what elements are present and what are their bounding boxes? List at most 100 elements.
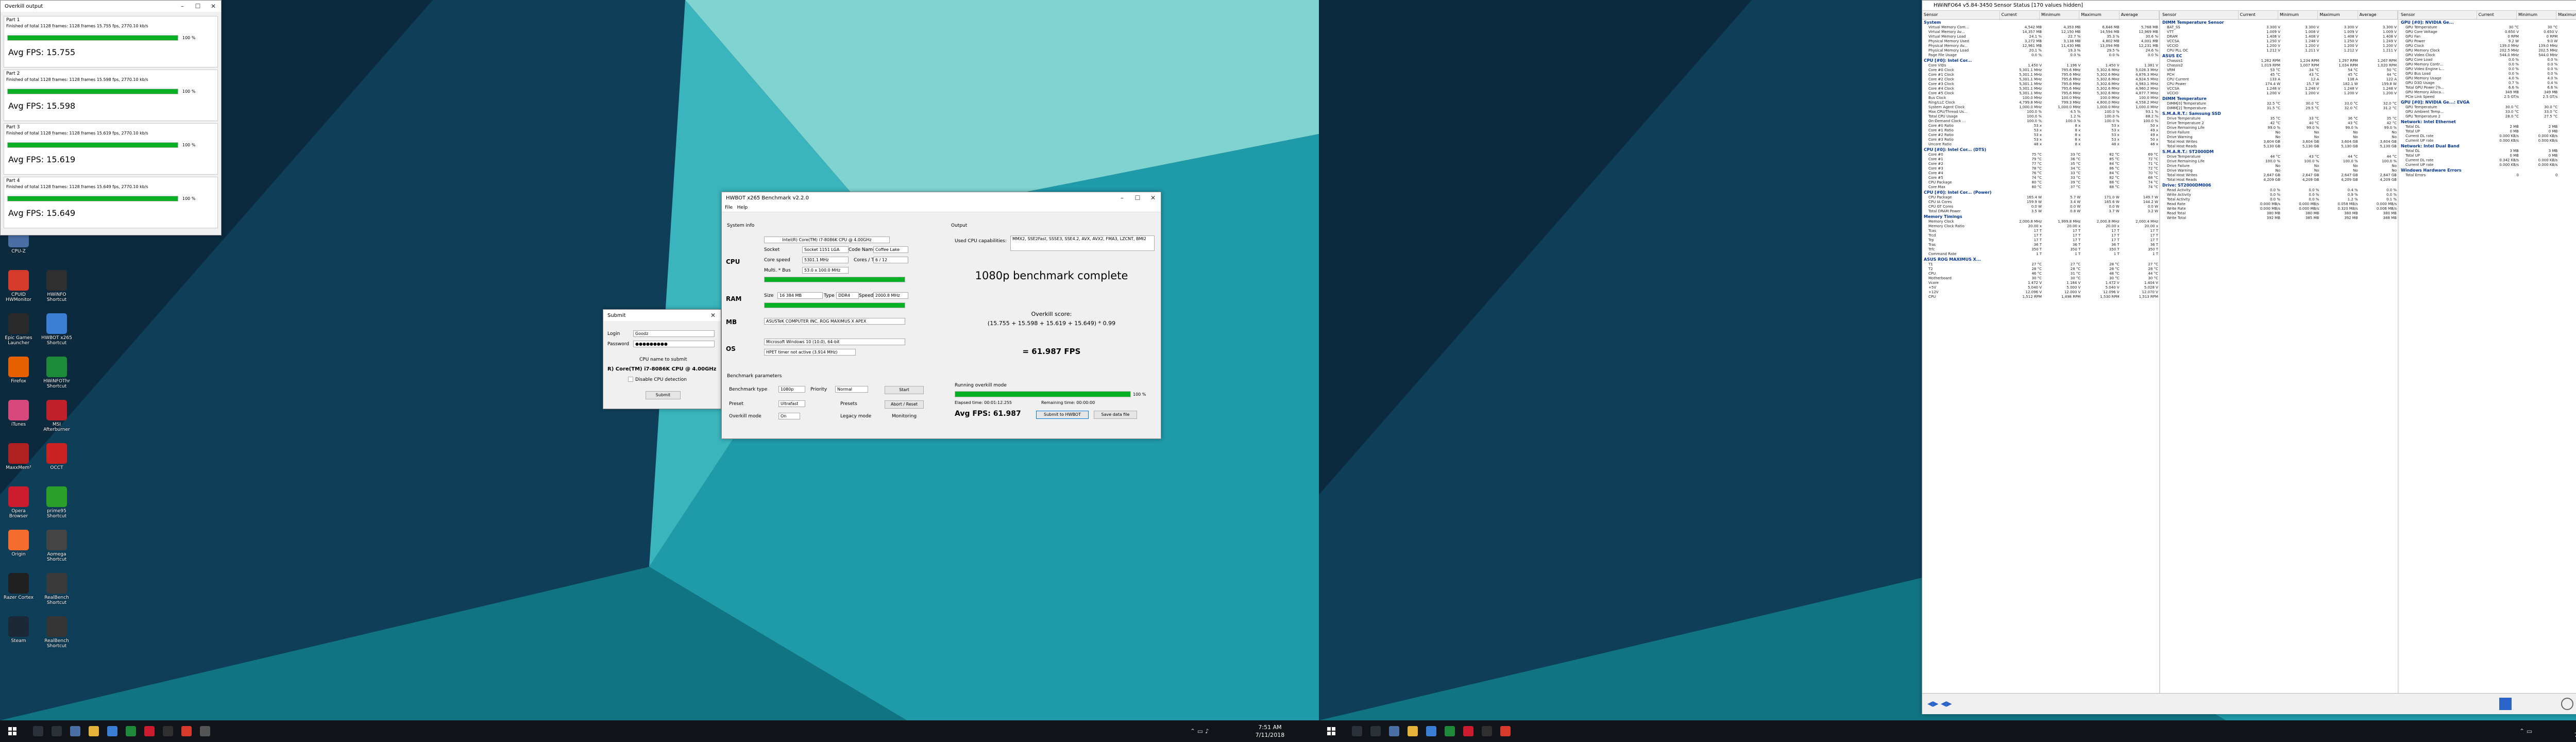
start-button[interactable]: [1319, 720, 1344, 742]
hwinfo-sensor-row[interactable]: Ring/LLC Clock 4,799.8 MHz 799.3 MHz 4,800.…: [1922, 100, 2159, 105]
hwinfo-sensor-row[interactable]: Virtual Memory Com... 4,542 MB 4,353 MB 6,6…: [1922, 25, 2159, 30]
hwinfo-sensor-row[interactable]: GPU Memory Alloca...349 MB349 MB349 MB34…: [2399, 90, 2576, 95]
overkill-output-window[interactable]: Overkill output – ☐ ✕ Part 1 Finished of …: [0, 0, 222, 235]
hwinfo-sensor-row[interactable]: Core #2 Clock 5,301.1 MHz 795.6 MHz 5,302.6…: [1922, 77, 2159, 82]
hwinfo-sensor-row[interactable]: Trp 17 T 17 T 17 T 17 T: [1922, 238, 2159, 243]
taskbar-app-icon[interactable]: [1463, 726, 1473, 736]
submit-button[interactable]: Submit: [646, 391, 681, 399]
hwinfo-sensor-row[interactable]: VRM 53 °C 34 °C 54 °C 50 °C: [2161, 68, 2398, 73]
hwinfo-sensor-row[interactable]: On-Demand Clock ... 100.0 % 100.0 % 100.0 %…: [1922, 119, 2159, 124]
hwinfo-sensor-row[interactable]: Drive Remaining Life 100.0 % 100.0 % 100.0 …: [2161, 159, 2398, 164]
hwinfo-header-cell[interactable]: Maximum: [2079, 11, 2120, 19]
hwinfo-header-cell[interactable]: Sensor: [2161, 11, 2239, 19]
hwinfo-sensor-row[interactable]: Bus Clock 100.0 MHz 100.0 MHz 100.0 MHz 100.…: [1922, 96, 2159, 100]
hwinfo-sensor-row[interactable]: VCCSA 1.248 V 1.248 V 1.248 V 1.248 V: [2161, 87, 2398, 91]
desktop-icon[interactable]: CPUID HWMonitor: [2, 270, 35, 303]
search-icon[interactable]: [33, 726, 43, 736]
desktop-icon[interactable]: Opera Browser: [2, 486, 35, 519]
hwinfo-sensor-row[interactable]: Core #2 Ratio 53 x 8 x 53 x 49 x: [1922, 133, 2159, 138]
hwinfo-sensor-row[interactable]: Total Host Writes 3,604 GB 3,604 GB 3,604 G…: [2161, 140, 2398, 144]
submit-window[interactable]: Submit ✕ Login Goodz Password ●●●●●●●●● …: [603, 309, 721, 409]
desktop-icon[interactable]: HWiNFO Shortcut: [40, 270, 73, 303]
hwinfo-sensor-row[interactable]: Drive Warning No No No No: [2161, 135, 2398, 140]
taskbar-app-icon[interactable]: [1445, 726, 1455, 736]
tray-icons[interactable]: ⌃ ▭ ♪: [1190, 728, 1209, 735]
hwinfo-sensor-row[interactable]: GPU Memory Usage4.0 %4.0 %4.0 %4.0 %: [2399, 76, 2576, 81]
hwinfo-sensor-row[interactable]: Uncore Ratio 48 x 8 x 48 x 46 x: [1922, 142, 2159, 147]
hwinfo-sensor-row[interactable]: Total Host Reads 4,209 GB 4,209 GB 4,209 GB…: [2161, 178, 2398, 182]
hwinfo-sensor-row[interactable]: Max CPU/Thread Us... 100.0 % 4.5 % 100.0 % 9…: [1922, 110, 2159, 114]
desktop-icon[interactable]: HWiNFOThr Shortcut: [40, 357, 73, 390]
hwinfo-sensor-row[interactable]: CPU IA Cores 159.9 W 3.4 W 165.6 W 144.2 W: [1922, 200, 2159, 205]
hwinfo-sensor-row[interactable]: GPU Ambient Temp...33.0 °C33.0 °C33.0 °C…: [2399, 110, 2576, 114]
hwinfo-sensor-row[interactable]: Core #3 Clock 5,301.1 MHz 795.6 MHz 5,302.6…: [1922, 82, 2159, 87]
monitoring-label[interactable]: Monitoring: [892, 414, 917, 419]
hwinfo-clock-icon[interactable]: [2561, 698, 2573, 710]
hwinfo-sensor-row[interactable]: Tras 36 T 36 T 36 T 36 T: [1922, 243, 2159, 247]
hwinfo-sensor-row[interactable]: CPU GT Cores 0.0 W 0.0 W 0.0 W 0.0 W: [1922, 205, 2159, 209]
hwinfo-header-cell[interactable]: Minimum: [2517, 11, 2557, 19]
hwinfo-sensor-row[interactable]: Drive Temperature 35 °C 33 °C 36 °C 35 °C: [2161, 116, 2398, 121]
password-input[interactable]: ●●●●●●●●●: [633, 341, 715, 347]
desktop-icon[interactable]: Epic Games Launcher: [2, 313, 35, 346]
hwinfo-sensor-row[interactable]: Physical Memory Load 20.1 % 19.3 % 29.5 % 24…: [1922, 48, 2159, 53]
hwinfo-sensor-row[interactable]: Drive Failure No No No No: [2161, 130, 2398, 135]
hwinfo-sensor-group[interactable]: CPU [#0]: Intel Cor... (DTS): [1922, 147, 2159, 153]
hwinfo-sensor-row[interactable]: Core #1 Ratio 53 x 8 x 53 x 49 x: [1922, 128, 2159, 133]
maximize-icon[interactable]: ☐: [1130, 194, 1145, 201]
hwinfo-sensor-row[interactable]: Core #2 77 °C 35 °C 84 °C 71 °C: [1922, 162, 2159, 166]
hwinfo-sensor-row[interactable]: GPU D3D Usage0.7 %0.4 %4.2 %1.0 %: [2399, 81, 2576, 86]
hwinfo-sensor-row[interactable]: Total UP0 MB0 MB0 MB0 MB: [2399, 154, 2576, 158]
hwinfo-sensor-row[interactable]: Total Host Writes 2,647 GB 2,647 GB 2,647 G…: [2161, 173, 2398, 178]
desktop-icon[interactable]: RealBench Shortcut: [40, 573, 73, 606]
hwinfo-sensor-row[interactable]: PCH 45 °C 43 °C 45 °C 44 °C: [2161, 73, 2398, 77]
desktop-icon[interactable]: Steam: [2, 616, 35, 649]
hwinfo-sensor-row[interactable]: CPU PLL OC 1.212 V 1.211 V 1.212 V 1.211 V: [2161, 48, 2398, 53]
hwinfo-sensor-row[interactable]: +12V 12.096 V 12.000 V 12.096 V 12.070 V: [1922, 290, 2159, 295]
hwinfo-sensor-row[interactable]: Total Errors0000: [2399, 173, 2576, 178]
hwinfo-sensor-row[interactable]: GPU Memory Contr...0.0 %0.0 %2.0 %0.1 %: [2399, 62, 2576, 67]
hwinfo-sensor-row[interactable]: DIMM[2] Temperature 31.5 °C 29.5 °C 32.0 °C…: [2161, 106, 2398, 111]
overkill-mode-select[interactable]: On: [778, 413, 800, 419]
bench-type-select[interactable]: 1080p: [778, 386, 805, 393]
hwinfo-nav-arrows-icon[interactable]: ◀▶ ◀▶: [1927, 700, 1952, 708]
hwinfo-sensor-row[interactable]: CPU 46 °C 31 °C 48 °C 44 °C: [1922, 272, 2159, 276]
hwinfo-sensor-row[interactable]: CPU Current 133 A 12 A 138 A 122 A: [2161, 77, 2398, 82]
abort-reset-button[interactable]: Abort / Reset: [885, 400, 924, 409]
hwinfo-sensor-row[interactable]: Write Total 392 MB 385 MB 392 MB 388 MB: [2161, 216, 2398, 221]
hwinfo-sensor-row[interactable]: Write Activity 0.0 % 0.0 % 0.9 % 0.0 %: [2161, 193, 2398, 197]
hwinfo-sensor-row[interactable]: VTT 1.009 V 1.008 V 1.009 V 1.009 V: [2161, 30, 2398, 35]
hwinfo-sensor-row[interactable]: Chassis1 1,262 RPM 1,234 RPM 1,297 RPM 1,267…: [2161, 59, 2398, 63]
desktop-icon[interactable]: MSI Afterburner: [40, 400, 73, 433]
hwinfo-sensor-row[interactable]: Core Max 80 °C 37 °C 88 °C 74 °C: [1922, 185, 2159, 190]
hwinfo-sensor-row[interactable]: System Agent Clock 1,000.0 MHz 1,000.0 MHz…: [1922, 105, 2159, 110]
hwinfo-sensor-group[interactable]: S.M.A.R.T.: Samsung SSD: [2161, 111, 2398, 116]
task-view-icon[interactable]: [1370, 726, 1381, 736]
hwinfo-sensor-row[interactable]: GPU Temperature30 °C30 °C31 °C30 °C: [2399, 25, 2576, 30]
hwinfo-sensor-row[interactable]: Memory Clock Ratio 20.00 x 20.00 x 20.00 x 2…: [1922, 224, 2159, 229]
hwinfo-sensor-row[interactable]: Drive Failure No No No No: [2161, 164, 2398, 168]
hwinfo-header-cell[interactable]: Maximum: [2318, 11, 2358, 19]
hwinfo-sensor-row[interactable]: GPU Core Voltage0.650 V0.650 V0.650 V0.6…: [2399, 30, 2576, 35]
hwinfo-header-cell[interactable]: Sensor: [2399, 11, 2477, 19]
hwinfo-header-cell[interactable]: Average: [2358, 11, 2398, 19]
hwinfo-sensor-row[interactable]: Core #4 Clock 5,301.1 MHz 795.6 MHz 5,302.6…: [1922, 87, 2159, 91]
start-button[interactable]: Start: [885, 386, 924, 394]
hwinfo-sensor-row[interactable]: Drive Warning No No No No: [2161, 168, 2398, 173]
hwinfo-header-cell[interactable]: Sensor: [1922, 11, 2000, 19]
hwinfo-sensor-group[interactable]: Drive: ST2000DM006: [2161, 182, 2398, 188]
hwinfo-sensor-row[interactable]: +5V 5.040 V 5.000 V 5.040 V 5.028 V: [1922, 285, 2159, 290]
hwinfo-sensor-group[interactable]: GPU [#0]: NVIDIA Ge...: EVGA: [2399, 99, 2576, 105]
hwinfo-header-cell[interactable]: Minimum: [2040, 11, 2080, 19]
hwinfo-sensor-row[interactable]: Total UP0 MB0 MB0 MB0 MB: [2399, 129, 2576, 134]
priority-select[interactable]: Normal: [835, 386, 868, 393]
hwinfo-sensor-group[interactable]: CPU [#0]: Intel Cor...: [1922, 58, 2159, 63]
taskbar-app-icon[interactable]: [200, 726, 210, 736]
hwinfo-sensor-row[interactable]: Motherboard 30 °C 30 °C 30 °C 30 °C: [1922, 276, 2159, 281]
hwinfo-sensor-row[interactable]: GPU Core Load0.0 %0.0 %2.0 %0.1 %: [2399, 58, 2576, 62]
hwinfo-sensor-row[interactable]: Total Activity 0.0 % 0.0 % 1.2 % 0.1 %: [2161, 197, 2398, 202]
hwinfo-sensor-group[interactable]: DIMM Temperature: [2161, 96, 2398, 102]
hwinfo-sensor-row[interactable]: Total DRAM Power 3.5 W 0.8 W 3.7 W 3.2 W: [1922, 209, 2159, 214]
desktop-icon[interactable]: iTunes: [2, 400, 35, 433]
taskbar-app-icon[interactable]: [181, 726, 192, 736]
